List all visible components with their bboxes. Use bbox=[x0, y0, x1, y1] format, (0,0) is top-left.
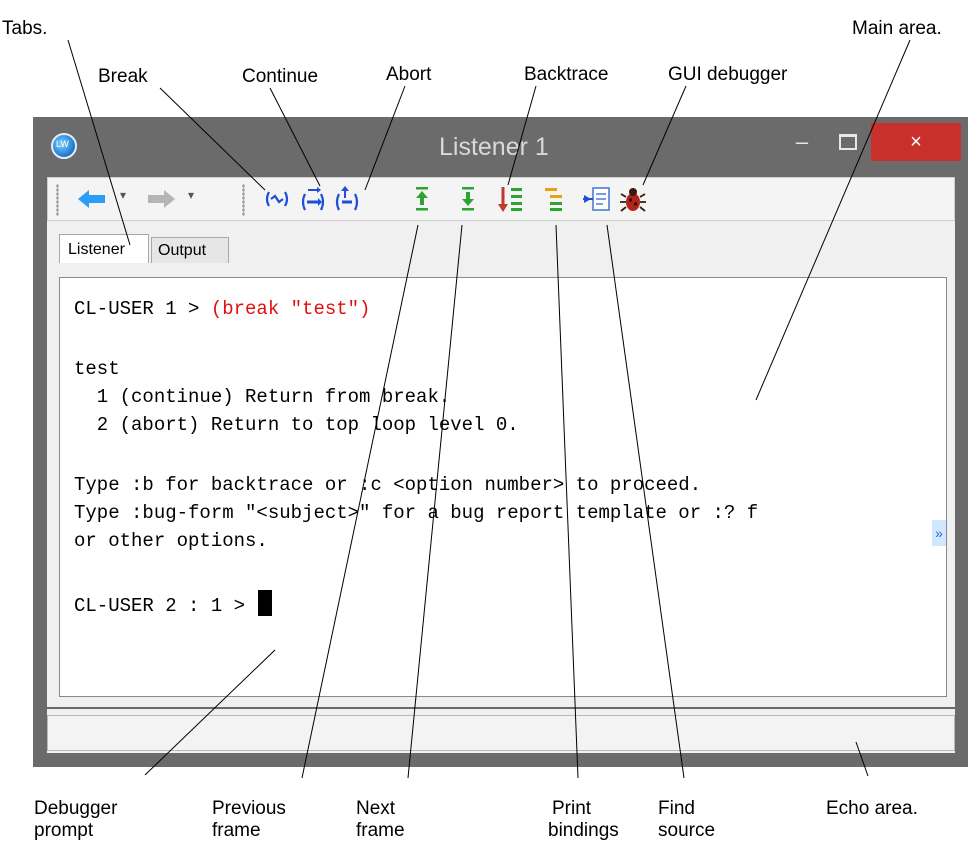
annotation-find-source-1: Find bbox=[658, 798, 695, 819]
maximize-icon bbox=[839, 134, 857, 150]
tab-listener[interactable]: Listener bbox=[59, 234, 149, 264]
listener-window: LW Listener 1 – × ▾ ▾ Listener Output CL… bbox=[33, 117, 968, 767]
annotation-break: Break bbox=[98, 66, 148, 87]
close-button[interactable]: × bbox=[871, 123, 961, 161]
text-cursor bbox=[258, 590, 273, 616]
annotation-next-frame-1: Next bbox=[356, 798, 396, 819]
print-bindings-button[interactable] bbox=[542, 184, 568, 214]
toolbar-grip-2[interactable] bbox=[242, 184, 245, 216]
echo-area bbox=[47, 709, 955, 753]
annotation-print-bindings-2: bindings bbox=[548, 820, 619, 841]
break-command: (break "test") bbox=[210, 298, 371, 320]
back-dropdown[interactable]: ▾ bbox=[120, 188, 126, 202]
down-arrow-icon bbox=[462, 187, 474, 211]
annotation-previous-frame-1: Previous bbox=[212, 798, 286, 819]
break-button[interactable] bbox=[262, 184, 292, 214]
annotation-previous-frame-2: frame bbox=[212, 820, 261, 841]
line-continuation-marker: » bbox=[932, 520, 946, 546]
find-source-button[interactable] bbox=[582, 184, 612, 214]
annotation-debugger-prompt-1: Debugger bbox=[34, 798, 118, 819]
echo-area-field[interactable] bbox=[47, 715, 955, 751]
backtrace-button[interactable] bbox=[496, 184, 526, 214]
up-arrow-icon bbox=[416, 187, 428, 211]
annotation-find-source-2: source bbox=[658, 820, 716, 841]
annotation-continue: Continue bbox=[242, 66, 319, 87]
prompt-2: CL-USER 2 : 1 > bbox=[74, 595, 257, 617]
forward-button[interactable] bbox=[146, 184, 178, 214]
window-title: Listener 1 bbox=[439, 133, 549, 161]
bindings-icon bbox=[545, 188, 562, 211]
annotation-next-frame-2: frame bbox=[356, 820, 405, 841]
maximize-button[interactable] bbox=[827, 123, 867, 161]
abort-icon bbox=[335, 186, 359, 211]
annotation-main-area: Main area. bbox=[852, 18, 942, 39]
toolbar-grip[interactable] bbox=[56, 184, 59, 216]
output-line: Type :bug-form "<subject>" for a bug rep… bbox=[74, 502, 759, 524]
prompt-1: CL-USER 1 > bbox=[74, 298, 211, 320]
tab-output[interactable]: Output bbox=[151, 237, 229, 263]
backtrace-icon bbox=[498, 187, 522, 212]
forward-dropdown[interactable]: ▾ bbox=[188, 188, 194, 202]
debugger-prompt[interactable]: CL-USER 2 : 1 > bbox=[74, 590, 273, 617]
lispworks-app-icon[interactable]: LW bbox=[51, 133, 77, 159]
gui-debugger-button[interactable] bbox=[618, 184, 648, 214]
previous-frame-button[interactable] bbox=[410, 184, 434, 214]
annotation-tabs: Tabs. bbox=[2, 18, 48, 39]
break-icon bbox=[265, 191, 289, 207]
abort-button[interactable] bbox=[332, 184, 362, 214]
find-source-icon bbox=[583, 187, 610, 211]
main-area: CL-USER 1 > (break "test") test 1 (conti… bbox=[47, 263, 955, 707]
annotation-debugger-prompt-2: prompt bbox=[34, 820, 94, 841]
prompt-line-1: CL-USER 1 > (break "test") bbox=[74, 298, 370, 320]
listener-pane[interactable]: CL-USER 1 > (break "test") test 1 (conti… bbox=[59, 277, 947, 697]
tab-strip: Listener Output bbox=[47, 221, 955, 264]
output-line: 2 (abort) Return to top loop level 0. bbox=[74, 414, 519, 436]
continue-button[interactable] bbox=[298, 184, 328, 214]
annotation-echo-area: Echo area. bbox=[826, 798, 918, 819]
minimize-button[interactable]: – bbox=[777, 123, 827, 161]
annotation-gui-debugger: GUI debugger bbox=[668, 64, 788, 85]
output-line: Type :b for backtrace or :c <option numb… bbox=[74, 474, 702, 496]
back-button[interactable] bbox=[76, 184, 108, 214]
output-line: 1 (continue) Return from break. bbox=[74, 386, 451, 408]
annotation-print-bindings-1: Print bbox=[552, 798, 592, 819]
bug-icon bbox=[620, 188, 646, 212]
output-line: or other options. bbox=[74, 530, 268, 552]
left-arrow-icon bbox=[78, 190, 105, 208]
output-line: test bbox=[74, 358, 120, 380]
debugger-toolbar: ▾ ▾ bbox=[47, 177, 955, 221]
annotation-backtrace: Backtrace bbox=[524, 64, 609, 85]
next-frame-button[interactable] bbox=[456, 184, 480, 214]
right-arrow-icon bbox=[148, 190, 175, 208]
app-icon-text: LW bbox=[56, 139, 69, 149]
annotation-abort: Abort bbox=[386, 64, 432, 85]
continue-icon bbox=[301, 187, 325, 211]
title-bar[interactable]: LW Listener 1 – × bbox=[33, 117, 968, 173]
